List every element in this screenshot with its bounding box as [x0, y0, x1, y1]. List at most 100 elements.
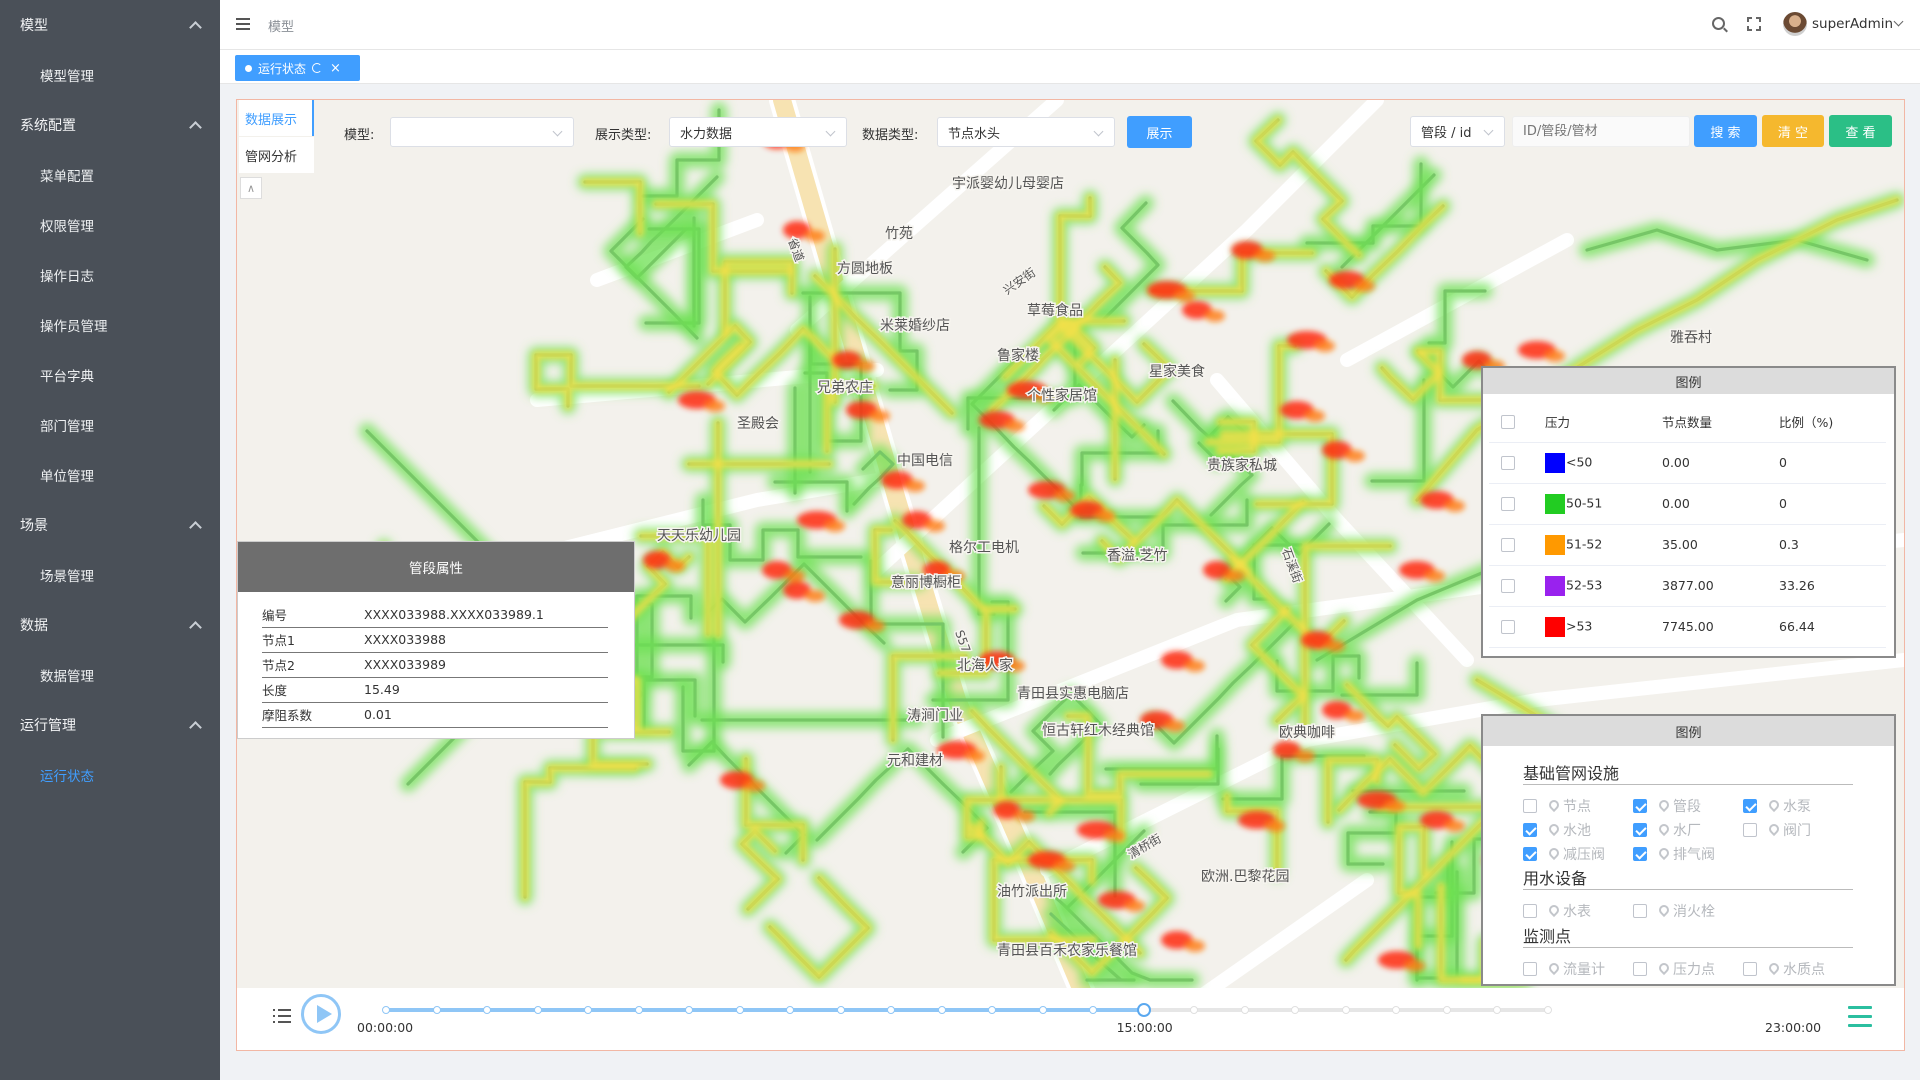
refresh-icon[interactable] — [312, 63, 323, 73]
tab-network-analysis[interactable]: 管网分析 — [239, 137, 314, 173]
chevron-down-icon[interactable] — [1893, 16, 1904, 27]
timeline-tick[interactable] — [432, 1006, 441, 1014]
layer-checkbox[interactable] — [1523, 904, 1537, 918]
sidebar-group[interactable]: 运行管理 — [0, 700, 220, 750]
hamburger-menu-icon[interactable] — [236, 18, 250, 30]
timeline-tick[interactable] — [1190, 1006, 1199, 1014]
legend-row-checkbox[interactable] — [1501, 538, 1515, 553]
timeline-tick[interactable] — [685, 1006, 694, 1014]
layer-toggle[interactable]: 节点 — [1523, 796, 1591, 816]
heat-hotspot — [1385, 800, 1405, 812]
timeline-tick[interactable] — [1493, 1006, 1502, 1014]
sidebar-item[interactable]: 数据管理 — [0, 650, 220, 700]
layer-toggle[interactable]: 流量计 — [1523, 959, 1605, 979]
legend-row-checkbox[interactable] — [1501, 620, 1515, 635]
sidebar-group[interactable]: 场景 — [0, 500, 220, 550]
timeline-tick[interactable] — [735, 1006, 744, 1014]
menu-icon[interactable] — [1848, 1006, 1874, 1030]
layer-toggle[interactable]: 水池 — [1523, 820, 1591, 840]
show-button[interactable]: 展示 — [1127, 116, 1192, 148]
search-field-select[interactable]: 管段 / id — [1410, 116, 1505, 147]
property-value: 15.49 — [364, 677, 608, 703]
username-label[interactable]: superAdmin — [1812, 16, 1893, 32]
timeline-tick[interactable] — [1442, 1006, 1451, 1014]
layer-checkbox[interactable] — [1523, 847, 1537, 861]
sidebar-item[interactable]: 操作员管理 — [0, 300, 220, 350]
layer-checkbox[interactable] — [1743, 823, 1757, 837]
sidebar-item[interactable]: 单位管理 — [0, 450, 220, 500]
timeline-tick[interactable] — [988, 1006, 997, 1014]
property-key: 节点1 — [262, 627, 364, 653]
close-icon[interactable]: × — [330, 61, 341, 76]
play-icon[interactable] — [301, 994, 341, 1034]
clear-button[interactable]: 清 空 — [1762, 115, 1824, 147]
avatar[interactable] — [1783, 12, 1807, 36]
timeline-tick[interactable] — [1240, 1006, 1249, 1014]
layer-toggle[interactable]: 水厂 — [1633, 820, 1701, 840]
timeline-tick[interactable] — [584, 1006, 593, 1014]
view-button[interactable]: 查 看 — [1829, 115, 1892, 147]
sidebar-item[interactable]: 操作日志 — [0, 250, 220, 300]
layer-toggle[interactable]: 减压阀 — [1523, 844, 1605, 864]
sidebar-item[interactable]: 部门管理 — [0, 400, 220, 450]
sidebar-group[interactable]: 系统配置 — [0, 100, 220, 150]
timeline-handle[interactable] — [1136, 1003, 1151, 1017]
legend-row-checkbox[interactable] — [1501, 456, 1515, 471]
layer-toggle[interactable]: 管段 — [1633, 796, 1701, 816]
collapse-icon[interactable]: ∧ — [240, 177, 262, 199]
sidebar-item[interactable]: 权限管理 — [0, 200, 220, 250]
layer-checkbox[interactable] — [1523, 823, 1537, 837]
heat-hotspot — [1055, 860, 1075, 872]
sidebar-item[interactable]: 模型管理 — [0, 50, 220, 100]
tab-data-display[interactable]: 数据展示 — [239, 100, 314, 136]
sidebar-item[interactable]: 平台字典 — [0, 350, 220, 400]
timeline-tick[interactable] — [937, 1006, 946, 1014]
legend-row-checkbox[interactable] — [1501, 579, 1515, 594]
timeline-tick[interactable] — [1089, 1006, 1098, 1014]
sidebar-group[interactable]: 数据 — [0, 600, 220, 650]
layer-checkbox[interactable] — [1633, 904, 1647, 918]
layer-checkbox[interactable] — [1633, 962, 1647, 976]
timeline-tick[interactable] — [1341, 1006, 1350, 1014]
data-type-select[interactable]: 节点水头 — [937, 117, 1115, 147]
layer-checkbox[interactable] — [1523, 799, 1537, 813]
layer-checkbox[interactable] — [1633, 799, 1647, 813]
timeline-tick[interactable] — [634, 1006, 643, 1014]
sidebar-group[interactable]: 模型 — [0, 0, 220, 50]
timeline-tick[interactable] — [382, 1006, 390, 1014]
timeline-tick[interactable] — [1544, 1006, 1552, 1014]
layer-toggle[interactable]: 消火栓 — [1633, 901, 1715, 921]
timeline-tick[interactable] — [1038, 1006, 1047, 1014]
fullscreen-icon[interactable] — [1747, 17, 1761, 31]
timeline-tick[interactable] — [786, 1006, 795, 1014]
timeline-tick[interactable] — [1291, 1006, 1300, 1014]
layer-toggle[interactable]: 阀门 — [1743, 820, 1811, 840]
display-type-select[interactable]: 水力数据 — [669, 117, 847, 147]
search-icon[interactable] — [1712, 17, 1725, 30]
timeline-tick[interactable] — [533, 1006, 542, 1014]
layer-checkbox[interactable] — [1633, 823, 1647, 837]
list-icon[interactable] — [273, 1008, 291, 1024]
timeline-tick[interactable] — [836, 1006, 845, 1014]
layer-toggle[interactable]: 水质点 — [1743, 959, 1825, 979]
layer-checkbox[interactable] — [1743, 962, 1757, 976]
search-button[interactable]: 搜 索 — [1694, 115, 1757, 147]
sidebar-item[interactable]: 场景管理 — [0, 550, 220, 600]
model-select[interactable] — [390, 117, 574, 147]
timeline-tick[interactable] — [1392, 1006, 1401, 1014]
select-all-checkbox[interactable] — [1501, 415, 1515, 429]
tab-running-status[interactable]: 运行状态 × — [235, 55, 360, 81]
layer-checkbox[interactable] — [1743, 799, 1757, 813]
layer-toggle[interactable]: 水泵 — [1743, 796, 1811, 816]
layer-checkbox[interactable] — [1633, 847, 1647, 861]
timeline-tick[interactable] — [887, 1006, 896, 1014]
layer-toggle[interactable]: 压力点 — [1633, 959, 1715, 979]
timeline-tick[interactable] — [483, 1006, 492, 1014]
layer-toggle[interactable]: 排气阀 — [1633, 844, 1715, 864]
sidebar-item[interactable]: 运行状态 — [0, 750, 220, 800]
layer-toggle[interactable]: 水表 — [1523, 901, 1591, 921]
sidebar-item[interactable]: 菜单配置 — [0, 150, 220, 200]
legend-row-checkbox[interactable] — [1501, 497, 1515, 512]
search-input[interactable] — [1512, 116, 1690, 147]
layer-checkbox[interactable] — [1523, 962, 1537, 976]
